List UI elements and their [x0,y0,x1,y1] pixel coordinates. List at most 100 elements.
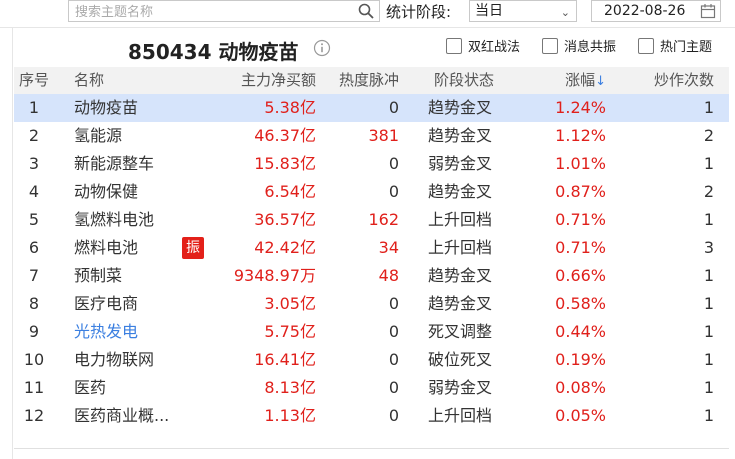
table-row[interactable]: 7 预制菜 9348.97万 48 趋势金叉 0.66% 1 [14,262,729,290]
period-value: 当日 [475,3,503,19]
table-row[interactable]: 8 医疗电商 3.05亿 0 趋势金叉 0.58% 1 [14,290,729,318]
row-heat: 34 [378,238,399,257]
row-stage: 破位死叉 [428,350,493,369]
row-heat: 381 [368,126,399,145]
row-heat: 162 [368,210,399,229]
col-amount[interactable]: 主力净买额 [184,67,316,94]
theme-table: 序号 名称 主力净买额 热度脉冲 阶段状态 涨幅↓ 炒作次数 1 动物疫苗 5.38… [14,67,729,430]
row-stage: 趋势金叉 [428,126,493,145]
row-amount: 6.54亿 [264,182,316,201]
row-change: 0.71% [555,210,606,229]
row-count: 1 [703,98,714,117]
row-idx: 11 [23,378,45,397]
option-hot-theme[interactable]: 热门主题 [638,38,712,56]
option-news-resonance[interactable]: 消息共振 [542,38,616,56]
calendar-icon[interactable] [700,3,716,19]
row-change: 1.12% [555,126,606,145]
date-picker[interactable]: 2022-08-26 [591,0,721,22]
checkbox-icon[interactable] [638,38,654,54]
row-heat: 0 [388,322,399,341]
table-row[interactable]: 4 动物保健 6.54亿 0 趋势金叉 0.87% 2 [14,178,729,206]
theme-header: 850434 动物疫苗 双红战法 消息共振 热门主题 [0,27,735,65]
row-amount: 5.38亿 [264,98,316,117]
search-box[interactable] [68,0,380,23]
row-amount: 9348.97万 [233,266,316,285]
row-stage: 上升回档 [428,406,493,425]
row-stage: 上升回档 [428,238,493,257]
row-count: 1 [703,294,714,313]
sort-desc-icon: ↓ [595,74,606,89]
row-stage: 死叉调整 [428,322,493,341]
row-count: 2 [703,126,714,145]
row-heat: 0 [388,378,399,397]
table-row[interactable]: 6 燃料电池振 42.42亿 34 上升回档 0.71% 3 [14,234,729,262]
page-title: 850434 动物疫苗 [128,40,299,64]
row-change: 0.05% [555,406,606,425]
info-icon[interactable] [313,39,331,57]
row-idx: 10 [23,350,45,369]
row-count: 1 [703,406,714,425]
row-count: 1 [703,350,714,369]
option-double-red[interactable]: 双红战法 [446,38,520,56]
row-amount: 36.57亿 [254,210,316,229]
row-change: 0.87% [555,182,606,201]
search-icon[interactable] [357,2,375,20]
col-heat[interactable]: 热度脉冲 [324,67,399,94]
table-row[interactable]: 5 氢燃料电池 36.57亿 162 上升回档 0.71% 1 [14,206,729,234]
row-idx: 9 [28,322,40,341]
left-divider [12,27,13,459]
table-row[interactable]: 11 医药 8.13亿 0 弱势金叉 0.08% 1 [14,374,729,402]
col-stage[interactable]: 阶段状态 [434,67,524,94]
table-row[interactable]: 9 光热发电 5.75亿 0 死叉调整 0.44% 1 [14,318,729,346]
row-heat: 0 [388,350,399,369]
row-stage: 趋势金叉 [428,182,493,201]
row-amount: 5.75亿 [264,322,316,341]
checkbox-icon[interactable] [542,38,558,54]
row-count: 2 [703,182,714,201]
period-select[interactable]: 当日 ⌄ [469,0,577,22]
row-amount: 46.37亿 [254,126,316,145]
row-amount: 42.42亿 [254,238,316,257]
row-idx: 12 [23,406,45,425]
row-stage: 上升回档 [428,210,493,229]
row-idx: 6 [28,238,40,257]
row-heat: 0 [388,154,399,173]
row-change: 0.44% [555,322,606,341]
row-count: 1 [703,210,714,229]
row-count: 3 [703,238,714,257]
col-change[interactable]: 涨幅↓ [514,67,606,95]
row-change: 0.58% [555,294,606,313]
row-change: 0.71% [555,238,606,257]
row-amount: 3.05亿 [264,294,316,313]
row-change: 0.19% [555,350,606,369]
row-idx: 4 [28,182,40,201]
table-row[interactable]: 10 电力物联网 16.41亿 0 破位死叉 0.19% 1 [14,346,729,374]
table-header: 序号 名称 主力净买额 热度脉冲 阶段状态 涨幅↓ 炒作次数 [14,67,729,94]
col-count[interactable]: 炒作次数 [634,67,714,94]
row-heat: 48 [378,266,399,285]
table-row[interactable]: 3 新能源整车 15.83亿 0 弱势金叉 1.01% 1 [14,150,729,178]
row-stage: 趋势金叉 [428,98,493,117]
row-amount: 1.13亿 [264,406,316,425]
table-body: 1 动物疫苗 5.38亿 0 趋势金叉 1.24% 1 2 氢能源 46.37亿 381 趋势金叉 1.… [14,94,729,430]
row-count: 1 [703,378,714,397]
row-stage: 趋势金叉 [428,294,493,313]
search-input[interactable] [69,2,349,23]
row-idx: 1 [28,98,40,117]
date-value: 2022-08-26 [604,3,686,19]
row-amount: 16.41亿 [254,350,316,369]
checkbox-icon[interactable] [446,38,462,54]
table-row[interactable]: 1 动物疫苗 5.38亿 0 趋势金叉 1.24% 1 [14,94,729,122]
row-idx: 2 [28,126,40,145]
row-idx: 7 [28,266,40,285]
row-stage: 弱势金叉 [428,378,493,397]
row-change: 1.01% [555,154,606,173]
table-row[interactable]: 12 医药商业概... 1.13亿 0 上升回档 0.05% 1 [14,402,729,430]
table-row[interactable]: 2 氢能源 46.37亿 381 趋势金叉 1.12% 2 [14,122,729,150]
row-heat: 0 [388,182,399,201]
row-idx: 8 [28,294,40,313]
col-idx[interactable]: 序号 [14,67,54,94]
row-change: 1.24% [555,98,606,117]
row-heat: 0 [388,406,399,425]
row-idx: 5 [28,210,40,229]
